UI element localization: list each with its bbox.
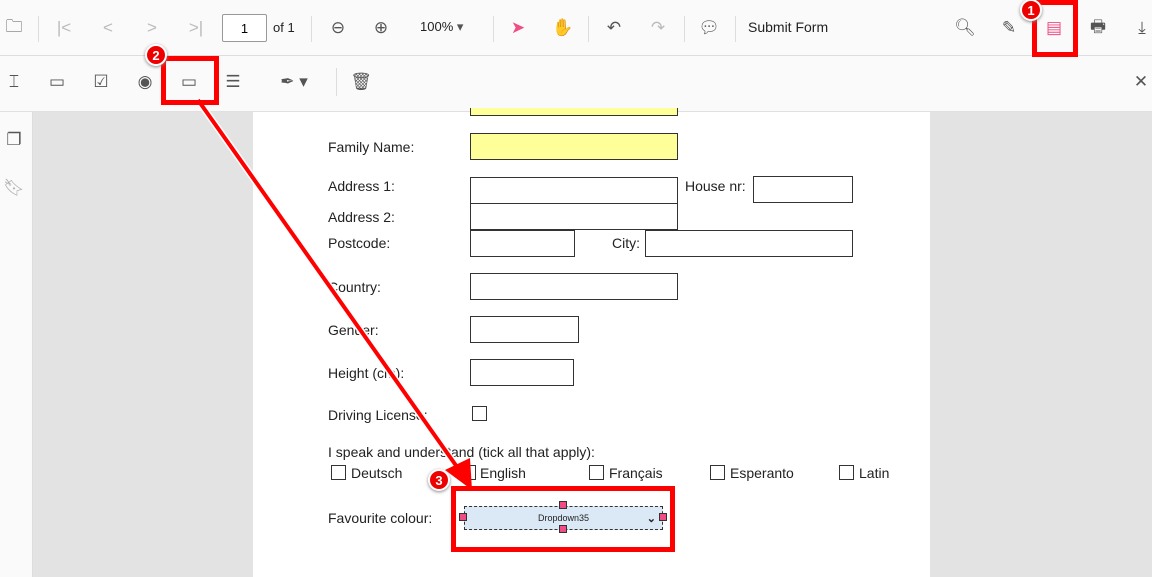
badge-3: 3 [428, 469, 450, 491]
highlight-box-2 [161, 56, 219, 105]
highlight-box-3 [451, 486, 675, 552]
badge-2: 2 [145, 44, 167, 66]
badge-1: 1 [1020, 0, 1042, 21]
